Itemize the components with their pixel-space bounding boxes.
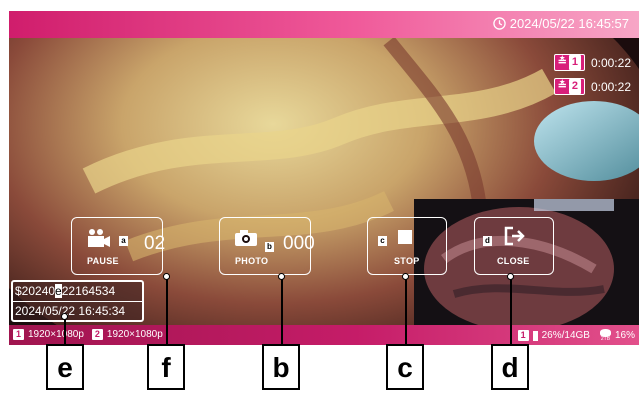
channel-1-resolution: 1920×1080p <box>28 329 84 340</box>
top-status-bar: 2024/05/22 16:45:57 <box>9 11 639 38</box>
leader-dot-c <box>402 273 409 280</box>
leader-line-e <box>64 316 66 346</box>
photo-label: PHOTO <box>235 256 269 266</box>
current-datetime: 2024/05/22 16:45:57 <box>509 16 629 31</box>
camera-badge-2: ≛ 2 <box>553 78 585 95</box>
exit-icon <box>504 226 525 246</box>
recorder-icon: ≛ <box>557 80 567 92</box>
leader-line-b <box>281 276 283 346</box>
channel-2-resolution: 1920×1080p <box>106 329 163 340</box>
channel-1-badge: 1 <box>13 329 24 340</box>
resolution-info: 1 1920×1080p 2 1920×1080p <box>13 329 163 340</box>
photo-count: 000 <box>283 233 315 254</box>
leader-line-d <box>510 276 512 346</box>
timer-value: 0:00:22 <box>590 79 631 94</box>
pause-button[interactable]: a 02 PAUSE <box>71 217 166 275</box>
marker-c: c <box>378 236 387 246</box>
storage-info: 1 26%/14GB 2TB 16% <box>517 329 635 342</box>
close-button[interactable]: d CLOSE <box>474 217 554 275</box>
callout-b: b <box>262 344 300 390</box>
clock-icon <box>492 17 506 30</box>
recording-id-suffix: 22164534 <box>61 284 116 298</box>
clock: 2024/05/22 16:45:57 <box>492 16 629 31</box>
recorder-icon: ≛ <box>557 56 567 68</box>
stop-label: STOP <box>394 256 420 266</box>
leader-dot-e <box>61 313 68 320</box>
storage-2-capacity: 2TB <box>600 336 611 342</box>
photo-button[interactable]: b 000 PHOTO <box>219 217 315 275</box>
callout-e: e <box>46 344 84 390</box>
marker-a: a <box>119 236 128 246</box>
storage-1-usage: 26%/14GB <box>541 330 590 341</box>
badge-number: 2 <box>568 79 581 94</box>
stop-icon <box>398 230 412 244</box>
photo-camera-icon <box>235 230 257 246</box>
leader-dot-d <box>507 273 514 280</box>
marker-d: d <box>483 236 492 246</box>
badge-number: 1 <box>568 55 581 70</box>
storage-1-badge: 1 <box>517 330 529 341</box>
channel-2-badge: 2 <box>91 329 103 340</box>
callout-c: c <box>386 344 424 390</box>
patient-info-box: $20240e22164534 2024/05/22 16:45:34 <box>11 280 144 322</box>
callout-d: d <box>491 344 529 390</box>
leader-dot-f <box>163 273 170 280</box>
callout-f: f <box>147 344 185 390</box>
marker-b: b <box>265 242 274 252</box>
leader-line-f <box>166 276 168 346</box>
usb-drive-icon <box>532 330 538 341</box>
video-screen: 2024/05/22 16:45:57 ≛ 1 0:00:22 ≛ 2 0:00:2… <box>9 11 639 345</box>
pause-label: PAUSE <box>87 256 119 266</box>
pause-count: 02 <box>144 233 166 254</box>
recording-id-prefix: $20240 <box>15 284 56 298</box>
stop-button[interactable]: c STOP <box>367 217 447 275</box>
database-icon: 2TB <box>599 329 611 342</box>
leader-dot-b <box>278 273 285 280</box>
marker-e: e <box>55 284 62 298</box>
camera-badge-1: ≛ 1 <box>553 54 585 71</box>
timer-value: 0:00:22 <box>590 55 631 70</box>
timer-row: ≛ 1 0:00:22 <box>553 54 631 71</box>
recording-start-time: 2024/05/22 16:45:34 <box>15 304 126 318</box>
timer-row: ≛ 2 0:00:22 <box>553 78 631 95</box>
leader-line-c <box>405 276 407 346</box>
bottom-status-bar: 1 1920×1080p 2 1920×1080p 1 26%/14GB 2TB… <box>9 325 639 345</box>
video-camera-icon <box>88 229 110 247</box>
close-label: CLOSE <box>497 256 530 266</box>
recording-id: $20240e22164534 <box>13 282 142 302</box>
storage-2-usage: 16% <box>614 330 635 341</box>
recording-timers: ≛ 1 0:00:22 ≛ 2 0:00:22 <box>553 54 631 102</box>
